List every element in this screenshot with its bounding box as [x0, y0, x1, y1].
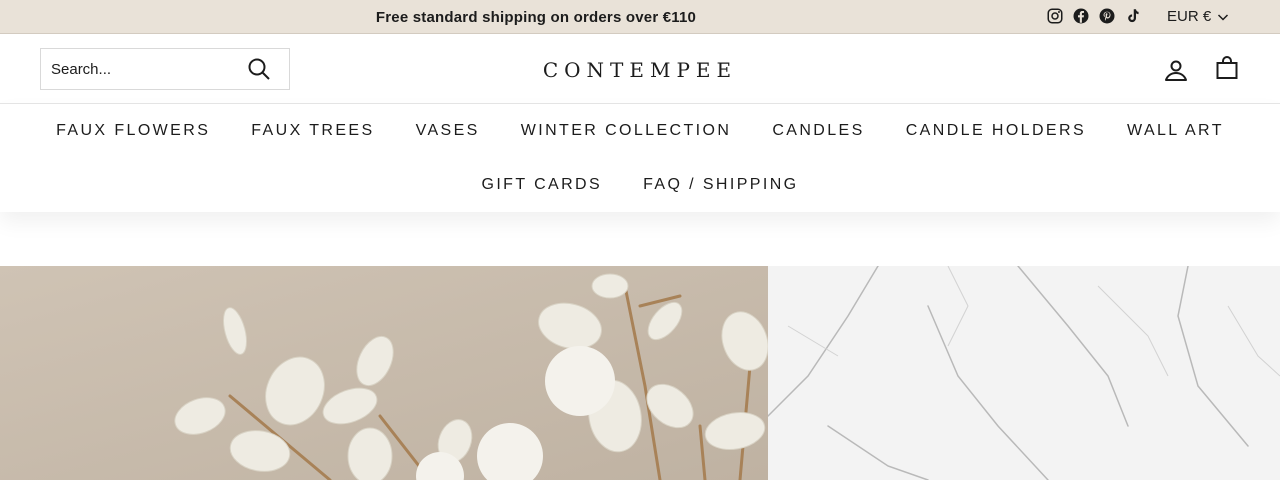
facebook-icon[interactable] — [1072, 7, 1090, 25]
nav-item-candle-holders[interactable]: CANDLE HOLDERS — [906, 122, 1086, 140]
nav-item-wall-art[interactable]: WALL ART — [1127, 122, 1224, 140]
nav-item-faux-flowers[interactable]: FAUX FLOWERS — [56, 122, 210, 140]
nav-row-2: GIFT CARDS FAQ / SHIPPING — [0, 176, 1280, 194]
hero-image-marble[interactable] — [768, 266, 1280, 480]
announcement-text: Free standard shipping on orders over €1… — [375, 9, 697, 26]
tiktok-icon[interactable] — [1124, 7, 1142, 25]
white-flowers-illustration — [0, 266, 768, 480]
marble-texture — [768, 266, 1280, 480]
chevron-down-icon — [1218, 13, 1229, 21]
nav-item-vases[interactable]: VASES — [416, 122, 480, 140]
search-form — [40, 48, 290, 90]
nav-row-1: FAUX FLOWERS FAUX TREES VASES WINTER COL… — [0, 122, 1280, 140]
nav-item-winter-collection[interactable]: WINTER COLLECTION — [521, 122, 732, 140]
nav-item-candles[interactable]: CANDLES — [772, 122, 864, 140]
account-icon[interactable] — [1164, 58, 1188, 82]
instagram-icon[interactable] — [1046, 7, 1064, 25]
site-logo[interactable]: CONTEMPEE — [440, 58, 840, 82]
search-input[interactable] — [41, 49, 241, 89]
main-navigation: FAUX FLOWERS FAUX TREES VASES WINTER COL… — [0, 104, 1280, 212]
cart-icon[interactable] — [1215, 56, 1239, 80]
nav-item-faq-shipping[interactable]: FAQ / SHIPPING — [643, 176, 798, 194]
search-icon[interactable] — [247, 57, 271, 81]
nav-item-faux-trees[interactable]: FAUX TREES — [251, 122, 374, 140]
currency-label: EUR € — [1167, 8, 1212, 25]
pinterest-icon[interactable] — [1098, 7, 1116, 25]
hero-image-faux-flowers[interactable] — [0, 266, 768, 480]
site-header: CONTEMPEE — [0, 34, 1280, 104]
currency-selector[interactable]: EUR € — [1167, 8, 1229, 25]
social-links — [1046, 7, 1142, 25]
nav-item-gift-cards[interactable]: GIFT CARDS — [481, 176, 602, 194]
announcement-bar: Free standard shipping on orders over €1… — [0, 0, 1280, 34]
